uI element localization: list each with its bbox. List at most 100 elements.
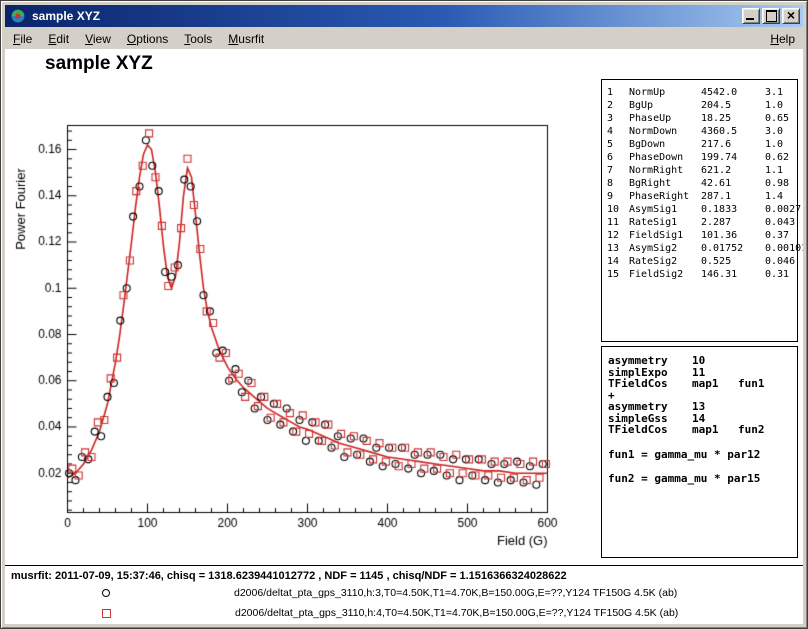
theory-function: fun1 = gamma_mu * par12	[608, 449, 797, 461]
parameter-id: 11	[607, 216, 623, 229]
parameter-row: 15FieldSig2146.310.31	[607, 268, 797, 281]
parameter-error: 1.4	[765, 190, 797, 203]
parameter-error: 1.1	[765, 164, 797, 177]
parameter-value: 4360.5	[701, 125, 759, 138]
legend-label-1: d2006/deltat_pta_gps_3110,h:3,T0=4.50K,T…	[234, 587, 677, 599]
theory-row: TFieldCosmap1fun2	[608, 424, 797, 436]
parameter-name: FieldSig2	[629, 268, 695, 281]
parameter-row: 6PhaseDown199.740.62	[607, 151, 797, 164]
legend-item-1: d2006/deltat_pta_gps_3110,h:3,T0=4.50K,T…	[5, 585, 725, 601]
menu-item-edit[interactable]: Edit	[40, 30, 77, 48]
parameter-error: 1.0	[765, 99, 797, 112]
menu-item-help[interactable]: Help	[762, 30, 803, 48]
parameter-error: 0.37	[765, 229, 797, 242]
parameter-name: BgUp	[629, 99, 695, 112]
parameter-name: RateSig1	[629, 216, 695, 229]
root-canvas: sample XYZ 1NormUp4542.03.12BgUp204.51.0…	[5, 49, 803, 624]
parameter-row: 12 FieldSig1 101.36 0.37	[607, 229, 797, 242]
parameter-row: 5BgDown217.61.0	[607, 138, 797, 151]
parameter-id: 10	[607, 203, 623, 216]
parameter-error: 0.043	[765, 216, 797, 229]
parameter-id: 14	[607, 255, 623, 268]
legend-item-2: d2006/deltat_pta_gps_3110,h:4,T0=4.50K,T…	[5, 605, 725, 621]
parameter-row: 10AsymSig10.18330.0027	[607, 203, 797, 216]
menu-item-file[interactable]: File	[5, 30, 40, 48]
parameter-error: 1.0	[765, 138, 797, 151]
parameter-id: 3	[607, 112, 623, 125]
parameter-id: 13	[607, 242, 623, 255]
parameter-value: 0.01752	[701, 242, 759, 255]
parameter-stats-box: 1NormUp4542.03.12BgUp204.51.03PhaseUp18.…	[601, 79, 798, 342]
parameter-value: 101.36	[701, 229, 759, 242]
theory-box: asymmetry10simplExpo11TFieldCosmap1fun1+…	[601, 346, 798, 558]
theory-row: TFieldCosmap1fun1	[608, 378, 797, 390]
parameter-error: 0.046	[765, 255, 797, 268]
theory-function: fun2 = gamma_mu * par15	[608, 473, 797, 485]
parameter-name: PhaseUp	[629, 112, 695, 125]
parameter-id: 6	[607, 151, 623, 164]
parameter-value: 199.74	[701, 151, 759, 164]
menu-item-options[interactable]: Options	[119, 30, 176, 48]
parameter-name: RateSig2	[629, 255, 695, 268]
circle-marker-icon	[102, 589, 110, 597]
parameter-value: 287.1	[701, 190, 759, 203]
titlebar[interactable]: sample XYZ	[5, 5, 803, 27]
parameter-value: 204.5	[701, 99, 759, 112]
parameter-value: 2.287	[701, 216, 759, 229]
parameter-value: 18.25	[701, 112, 759, 125]
parameter-name: NormRight	[629, 164, 695, 177]
minimize-button[interactable]	[742, 8, 760, 24]
legend-label-2: d2006/deltat_pta_gps_3110,h:4,T0=4.50K,T…	[235, 607, 678, 619]
parameter-id: 8	[607, 177, 623, 190]
parameter-row: 2BgUp204.51.0	[607, 99, 797, 112]
parameter-id: 1	[607, 86, 623, 99]
parameter-name: BgRight	[629, 177, 695, 190]
fit-status-line: musrfit: 2011-07-09, 15:37:46, chisq = 1…	[11, 570, 567, 582]
parameter-error: 0.00101	[765, 242, 803, 255]
menu-item-musrfit[interactable]: Musrfit	[220, 30, 272, 48]
parameter-id: 7	[607, 164, 623, 177]
parameter-row: 8 BgRight 42.61 0.98	[607, 177, 797, 190]
parameter-value: 42.61	[701, 177, 759, 190]
window-title: sample XYZ	[32, 9, 740, 23]
fourier-plot-canvas[interactable]	[5, 99, 605, 609]
parameter-name: NormDown	[629, 125, 695, 138]
maximize-button[interactable]	[762, 8, 780, 24]
parameter-value: 4542.0	[701, 86, 759, 99]
footer-divider	[5, 565, 803, 566]
parameter-id: 12	[607, 229, 623, 242]
parameter-name: PhaseDown	[629, 151, 695, 164]
parameter-row: 9 PhaseRight 287.1 1.4	[607, 190, 797, 203]
app-window: sample XYZ FileEditViewOptionsToolsMusrf…	[0, 0, 808, 629]
menubar: FileEditViewOptionsToolsMusrfit Help	[5, 29, 803, 49]
menu-item-tools[interactable]: Tools	[176, 30, 220, 48]
parameter-value: 0.525	[701, 255, 759, 268]
parameter-name: AsymSig2	[629, 242, 695, 255]
parameter-error: 0.31	[765, 268, 797, 281]
parameter-value: 621.2	[701, 164, 759, 177]
parameter-id: 15	[607, 268, 623, 281]
parameter-value: 0.1833	[701, 203, 759, 216]
parameter-error: 3.0	[765, 125, 797, 138]
square-marker-icon	[102, 609, 111, 618]
parameter-error: 0.65	[765, 112, 797, 125]
app-icon	[10, 8, 26, 24]
theory-row: asymmetry10	[608, 355, 797, 367]
parameter-name: BgDown	[629, 138, 695, 151]
menu-left-group: FileEditViewOptionsToolsMusrfit	[5, 30, 272, 48]
parameter-id: 4	[607, 125, 623, 138]
close-button[interactable]	[782, 8, 800, 24]
parameter-error: 0.0027	[765, 203, 801, 216]
menu-item-view[interactable]: View	[77, 30, 119, 48]
parameter-name: FieldSig1	[629, 229, 695, 242]
parameter-error: 0.98	[765, 177, 797, 190]
parameter-error: 3.1	[765, 86, 797, 99]
theory-row: asymmetry13	[608, 401, 797, 413]
parameter-row: 3 PhaseUp 18.25 0.65	[607, 112, 797, 125]
parameter-id: 9	[607, 190, 623, 203]
parameter-name: NormUp	[629, 86, 695, 99]
parameter-name: PhaseRight	[629, 190, 695, 203]
parameter-row: 4 NormDown 4360.5 3.0	[607, 125, 797, 138]
parameter-row: 1 NormUp 4542.0 3.1	[607, 86, 797, 99]
parameter-row: 11 RateSig1 2.287 0.043	[607, 216, 797, 229]
